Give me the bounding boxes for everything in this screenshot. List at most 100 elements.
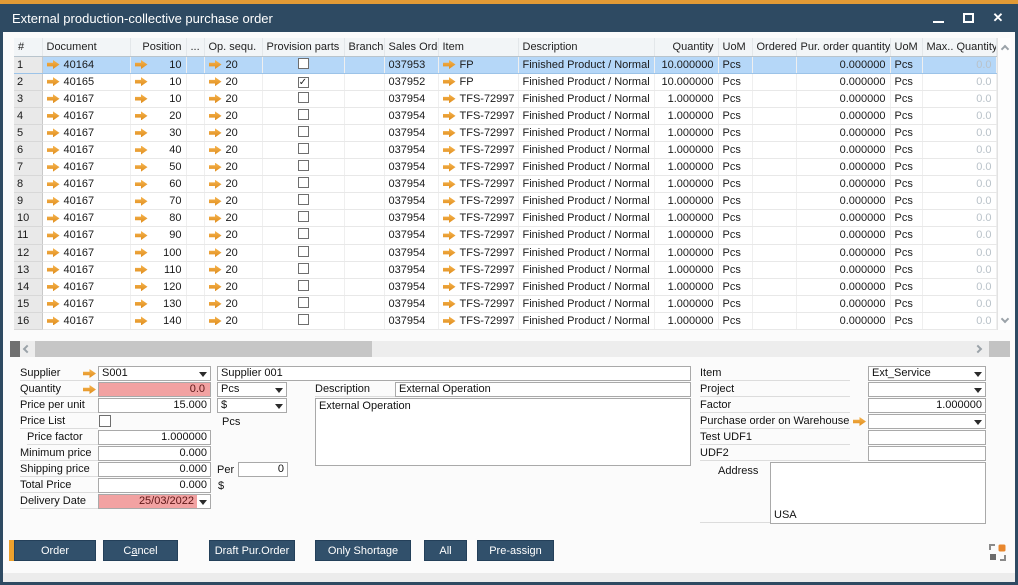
column-header-max-quantity[interactable]: Max.. Quantity	[922, 38, 996, 56]
link-arrow-icon[interactable]	[135, 163, 148, 172]
cell-pur-order-quantity[interactable]: 0.000000	[796, 56, 890, 73]
cell-quantity[interactable]: 1.000000	[654, 107, 718, 124]
cell-description[interactable]: Finished Product / Normal	[518, 56, 654, 73]
link-arrow-icon[interactable]	[135, 94, 148, 103]
cell-op-sequ[interactable]: 20	[204, 193, 262, 210]
cell-position[interactable]: 90	[130, 227, 186, 244]
cell-pur-order-quantity[interactable]: 0.000000	[796, 244, 890, 261]
maximize-icon[interactable]	[960, 10, 976, 26]
link-arrow-icon[interactable]	[135, 282, 148, 291]
row-number[interactable]: 6	[14, 141, 42, 158]
link-arrow-icon[interactable]	[443, 77, 456, 86]
row-number[interactable]: 14	[14, 278, 42, 295]
cell-description[interactable]: Finished Product / Normal	[518, 244, 654, 261]
price-list-checkbox[interactable]	[99, 415, 111, 427]
cell-pur-uom[interactable]: Pcs	[890, 56, 922, 73]
link-arrow-icon[interactable]	[443, 60, 456, 69]
scroll-up-icon[interactable]	[1000, 45, 1008, 53]
cell-ordered[interactable]	[752, 278, 796, 295]
cell-item[interactable]: TFS-72997	[438, 193, 518, 210]
link-arrow-icon[interactable]	[209, 231, 222, 240]
table-row[interactable]: 14 40167 120 20 037954 TFS-72997 Finishe…	[14, 278, 996, 295]
cell-sales-order[interactable]: 037954	[384, 278, 438, 295]
cell-dots[interactable]	[186, 244, 204, 261]
cell-position[interactable]: 70	[130, 193, 186, 210]
cell-sales-order[interactable]: 037954	[384, 244, 438, 261]
cell-max-quantity[interactable]: 0.0	[922, 278, 996, 295]
cell-description[interactable]: Finished Product / Normal	[518, 159, 654, 176]
cell-quantity[interactable]: 1.000000	[654, 124, 718, 141]
cell-max-quantity[interactable]: 0.0	[922, 176, 996, 193]
cell-op-sequ[interactable]: 20	[204, 295, 262, 312]
cell-quantity[interactable]: 10.000000	[654, 73, 718, 90]
cell-description[interactable]: Finished Product / Normal	[518, 295, 654, 312]
cell-document[interactable]: 40167	[42, 312, 130, 329]
cell-op-sequ[interactable]: 20	[204, 210, 262, 227]
cell-description[interactable]: Finished Product / Normal	[518, 227, 654, 244]
grid-horizontal-scrollbar[interactable]	[10, 341, 1010, 357]
cell-dots[interactable]	[186, 141, 204, 158]
cell-dots[interactable]	[186, 90, 204, 107]
cell-provision-parts[interactable]	[262, 278, 344, 295]
link-arrow-icon[interactable]	[47, 231, 60, 240]
cell-sales-order[interactable]: 037954	[384, 261, 438, 278]
cell-position[interactable]: 110	[130, 261, 186, 278]
cell-ordered[interactable]	[752, 312, 796, 329]
column-header-branch[interactable]: Branch	[344, 38, 384, 56]
cell-pur-uom[interactable]: Pcs	[890, 244, 922, 261]
cell-document[interactable]: 40167	[42, 261, 130, 278]
link-arrow-icon[interactable]	[443, 265, 456, 274]
cell-document[interactable]: 40167	[42, 227, 130, 244]
cell-ordered[interactable]	[752, 124, 796, 141]
preassign-button[interactable]: Pre-assign	[477, 540, 554, 561]
cell-branch[interactable]	[344, 278, 384, 295]
cell-description[interactable]: Finished Product / Normal	[518, 312, 654, 329]
column-header-uom[interactable]: UoM	[718, 38, 752, 56]
cell-op-sequ[interactable]: 20	[204, 124, 262, 141]
cell-branch[interactable]	[344, 176, 384, 193]
cell-quantity[interactable]: 1.000000	[654, 261, 718, 278]
cell-item[interactable]: TFS-72997	[438, 90, 518, 107]
cell-pur-uom[interactable]: Pcs	[890, 295, 922, 312]
cell-provision-parts[interactable]	[262, 176, 344, 193]
item-dropdown[interactable]: Ext_Service	[868, 366, 986, 381]
cell-uom[interactable]: Pcs	[718, 295, 752, 312]
cell-pur-order-quantity[interactable]: 0.000000	[796, 176, 890, 193]
link-arrow-icon[interactable]	[209, 316, 222, 325]
cell-sales-order[interactable]: 037952	[384, 73, 438, 90]
cell-quantity[interactable]: 1.000000	[654, 295, 718, 312]
cell-max-quantity[interactable]: 0.0	[922, 159, 996, 176]
cell-description[interactable]: Finished Product / Normal	[518, 73, 654, 90]
link-arrow-icon[interactable]	[135, 248, 148, 257]
column-header-pur-order-quantity[interactable]: Pur. order quantity	[796, 38, 890, 56]
cell-item[interactable]: TFS-72997	[438, 227, 518, 244]
cell-document[interactable]: 40167	[42, 141, 130, 158]
cell-branch[interactable]	[344, 261, 384, 278]
cell-dots[interactable]	[186, 227, 204, 244]
table-row[interactable]: 4 40167 20 20 037954 TFS-72997 Finished …	[14, 107, 996, 124]
provision-checkbox[interactable]	[298, 280, 309, 291]
cell-uom[interactable]: Pcs	[718, 193, 752, 210]
cell-description[interactable]: Finished Product / Normal	[518, 124, 654, 141]
cell-provision-parts[interactable]: ✓	[262, 73, 344, 90]
table-row[interactable]: 16 40167 140 20 037954 TFS-72997 Finishe…	[14, 312, 996, 329]
minimize-icon[interactable]	[930, 10, 946, 26]
link-arrow-icon[interactable]	[209, 163, 222, 172]
cell-position[interactable]: 10	[130, 90, 186, 107]
cell-pur-order-quantity[interactable]: 0.000000	[796, 193, 890, 210]
cell-dots[interactable]	[186, 312, 204, 329]
link-arrow-icon[interactable]	[47, 316, 60, 325]
cell-max-quantity[interactable]: 0.0	[922, 124, 996, 141]
cell-sales-order[interactable]: 037954	[384, 90, 438, 107]
provision-checkbox[interactable]	[298, 194, 309, 205]
cell-description[interactable]: Finished Product / Normal	[518, 278, 654, 295]
cell-branch[interactable]	[344, 227, 384, 244]
cell-document[interactable]: 40167	[42, 159, 130, 176]
link-arrow-icon[interactable]	[443, 163, 456, 172]
link-arrow-icon[interactable]	[135, 265, 148, 274]
link-arrow-icon[interactable]	[135, 299, 148, 308]
udf2-field[interactable]	[868, 446, 986, 461]
table-row[interactable]: 2 40165 10 20 ✓ 037952 FP Finished Produ…	[14, 73, 996, 90]
cell-quantity[interactable]: 1.000000	[654, 227, 718, 244]
cell-sales-order[interactable]: 037954	[384, 124, 438, 141]
